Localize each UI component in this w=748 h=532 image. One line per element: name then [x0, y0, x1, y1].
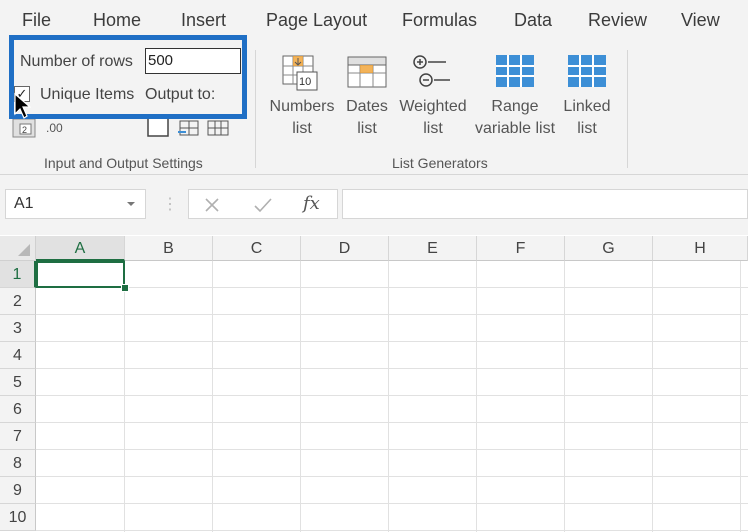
decimals-icon-text: .00 [46, 121, 63, 135]
gridline [212, 261, 213, 532]
dates-list-button[interactable]: Dates list [342, 52, 392, 148]
numbers-icon-text: 10 [299, 76, 312, 88]
dates-list-label-2: list [357, 120, 377, 137]
highlight-box [9, 35, 247, 119]
dates-list-icon [347, 56, 387, 88]
menu-page-layout[interactable]: Page Layout [266, 10, 367, 31]
range-variable-list-icon [496, 55, 534, 87]
column-header-c[interactable]: C [213, 236, 301, 261]
weighted-list-label-1: Weighted [399, 98, 467, 115]
mouse-cursor-icon [14, 92, 31, 119]
gridline [36, 341, 748, 342]
menu-insert[interactable]: Insert [181, 10, 226, 31]
menu-home[interactable]: Home [93, 10, 141, 31]
menu-file[interactable]: File [22, 10, 51, 31]
gridline [300, 261, 301, 532]
row-header-9[interactable]: 9 [0, 477, 36, 504]
row-header-7[interactable]: 7 [0, 423, 36, 450]
dates-list-label-1: Dates [346, 98, 388, 115]
list-generators-group-title: List Generators [392, 155, 488, 171]
gridline [476, 261, 477, 532]
linked-list-label-2: list [577, 120, 597, 137]
decrease-decimal-icon[interactable]: 2 [12, 118, 38, 140]
linked-list-button[interactable]: Linked list [560, 52, 614, 148]
menu-review[interactable]: Review [588, 10, 647, 31]
enter-check-icon[interactable] [253, 196, 273, 214]
output-cell-icon[interactable] [146, 116, 172, 138]
gridline [36, 476, 748, 477]
gridline [740, 261, 741, 532]
chevron-down-icon[interactable] [126, 200, 136, 208]
linked-list-label-1: Linked [563, 98, 611, 115]
menu-data[interactable]: Data [514, 10, 552, 31]
column-header-a[interactable]: A [36, 236, 125, 261]
weighted-list-icon [413, 55, 450, 87]
select-all-corner[interactable] [0, 236, 36, 261]
gridline [36, 530, 748, 531]
row-header-5[interactable]: 5 [0, 369, 36, 396]
fill-handle[interactable] [121, 284, 129, 292]
gridline [36, 368, 748, 369]
svg-text:2: 2 [22, 125, 27, 135]
cancel-icon[interactable] [203, 196, 221, 214]
numbers-list-button[interactable]: 10 Numbers list [266, 52, 338, 148]
gridline [36, 503, 748, 504]
column-header-g[interactable]: G [565, 236, 653, 261]
row-header-6[interactable]: 6 [0, 396, 36, 423]
output-range-icon[interactable] [176, 118, 202, 138]
gridline [36, 422, 748, 423]
column-header-f[interactable]: F [477, 236, 565, 261]
range-variable-list-button[interactable]: Range variable list [472, 52, 558, 148]
select-all-triangle-icon [18, 244, 30, 256]
row-header-1[interactable]: 1 [0, 261, 36, 288]
gridline [124, 261, 125, 532]
row-header-10[interactable]: 10 [0, 504, 36, 531]
name-box[interactable]: A1 [5, 189, 146, 219]
column-header-e[interactable]: E [389, 236, 477, 261]
name-box-value: A1 [14, 195, 34, 212]
formula-input[interactable] [342, 189, 748, 219]
gridline [36, 287, 748, 288]
row-header-4[interactable]: 4 [0, 342, 36, 369]
gridline [36, 449, 748, 450]
numbers-list-label-1: Numbers [269, 98, 335, 115]
group-separator-right [627, 50, 628, 168]
gridline [564, 261, 565, 532]
gridline [36, 314, 748, 315]
menu-formulas[interactable]: Formulas [402, 10, 477, 31]
row-header-3[interactable]: 3 [0, 315, 36, 342]
output-table-icon[interactable] [205, 118, 231, 138]
drag-dots-icon[interactable]: ⋮ [162, 194, 178, 214]
column-header-d[interactable]: D [301, 236, 389, 261]
range-variable-list-label-1: Range [491, 98, 539, 115]
gridline [652, 261, 653, 532]
numbers-list-label-2: list [292, 120, 312, 137]
column-header-b[interactable]: B [125, 236, 213, 261]
active-cell-a1[interactable] [36, 261, 125, 288]
linked-list-icon [568, 55, 606, 87]
menu-view[interactable]: View [681, 10, 720, 31]
insert-function-icon[interactable]: fx [303, 193, 320, 214]
input-output-group-title: Input and Output Settings [44, 155, 203, 171]
range-variable-list-label-2: variable list [474, 120, 556, 137]
row-header-2[interactable]: 2 [0, 288, 36, 315]
weighted-list-label-2: list [423, 120, 443, 137]
gridline [388, 261, 389, 532]
gridline [36, 395, 748, 396]
group-separator [255, 50, 256, 168]
row-header-8[interactable]: 8 [0, 450, 36, 477]
column-header-h[interactable]: H [653, 236, 748, 261]
weighted-list-button[interactable]: Weighted list [396, 52, 470, 148]
